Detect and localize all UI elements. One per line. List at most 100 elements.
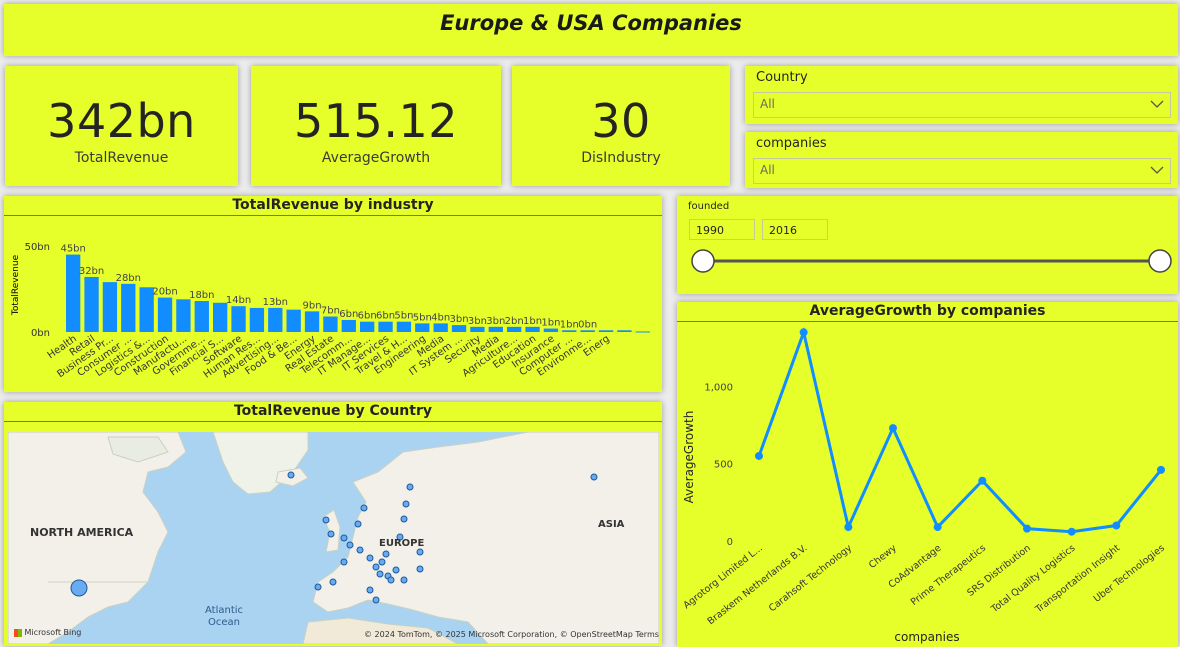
data-point[interactable] <box>1023 524 1031 533</box>
data-point[interactable] <box>1157 465 1165 474</box>
country-dropdown[interactable]: All <box>753 92 1171 118</box>
bar[interactable] <box>525 326 540 332</box>
bar-data-label: 32bn <box>79 266 104 277</box>
map-canvas[interactable]: NORTH AMERICA EUROPE ASIA Atlantic Ocean… <box>8 432 659 644</box>
bar[interactable] <box>378 321 393 332</box>
data-point[interactable] <box>1112 521 1121 530</box>
bar-data-label: 3bn <box>468 316 487 327</box>
bar[interactable] <box>562 330 577 332</box>
bar[interactable] <box>580 330 595 332</box>
map-bubble[interactable] <box>372 596 380 604</box>
map-attribution[interactable]: © 2024 TomTom, © 2025 Microsoft Corporat… <box>364 630 659 639</box>
bar[interactable] <box>415 323 430 332</box>
bar[interactable] <box>617 330 632 332</box>
chart-title: AverageGrowth by companies <box>677 302 1178 322</box>
chevron-down-icon[interactable] <box>1150 97 1164 111</box>
companies-dropdown[interactable]: All <box>753 158 1171 184</box>
bar-data-label: 13bn <box>263 297 288 308</box>
map-bubble[interactable] <box>382 550 390 558</box>
map-bubble-usa[interactable] <box>70 579 88 597</box>
x-tick-label: Prime Therapeutics <box>909 543 988 608</box>
data-point[interactable] <box>844 523 853 532</box>
map-bubble[interactable] <box>406 483 414 491</box>
founded-min-input[interactable]: 1990 <box>689 219 755 240</box>
x-axis-label: companies <box>894 630 959 644</box>
bar[interactable] <box>488 326 503 332</box>
map-brand: Microsoft Bing <box>24 628 82 637</box>
map-bubble[interactable] <box>356 546 364 554</box>
growth-by-company-chart: AverageGrowth by companies AverageGrowth… <box>677 302 1178 647</box>
slider-max-thumb[interactable] <box>1148 249 1172 273</box>
map-bubble[interactable] <box>416 548 424 556</box>
data-point[interactable] <box>933 523 942 532</box>
kpi-value: 515.12 <box>294 94 458 148</box>
bar[interactable] <box>323 316 338 332</box>
data-point[interactable] <box>755 451 763 460</box>
map-bubble[interactable] <box>360 504 368 512</box>
bar[interactable] <box>507 326 522 332</box>
map-bubble[interactable] <box>322 516 330 524</box>
x-tick-label: Transportation Insight <box>1033 543 1123 616</box>
map-bubble[interactable] <box>366 554 374 562</box>
bar[interactable] <box>451 325 467 332</box>
founded-max-input[interactable]: 2016 <box>762 219 828 240</box>
kpi-card-total-revenue[interactable]: 342bn TotalRevenue <box>5 66 238 186</box>
bar[interactable] <box>543 328 559 332</box>
bar[interactable] <box>231 306 246 332</box>
bar[interactable] <box>341 319 356 332</box>
map-bubble[interactable] <box>392 566 400 574</box>
chevron-down-icon[interactable] <box>1150 163 1164 177</box>
data-point[interactable] <box>889 424 897 433</box>
dropdown-value: All <box>760 163 775 177</box>
bar[interactable] <box>268 307 283 332</box>
bar[interactable] <box>84 276 99 332</box>
kpi-card-dis-industry[interactable]: 30 DisIndustry <box>512 66 730 186</box>
bar-data-label: 28bn <box>116 273 141 284</box>
map-bubble[interactable] <box>372 563 380 571</box>
map-bubble[interactable] <box>590 473 598 481</box>
bar[interactable] <box>396 321 412 332</box>
map-bubble[interactable] <box>387 576 395 584</box>
slider-min-thumb[interactable] <box>691 249 715 273</box>
x-tick-label: Agrotorg Limited L... <box>682 543 765 611</box>
bar[interactable] <box>470 326 485 332</box>
bar[interactable] <box>121 283 136 332</box>
bar[interactable] <box>213 302 228 332</box>
bar-data-label: 2bn <box>505 316 524 327</box>
range-slider[interactable] <box>677 242 1178 282</box>
bar[interactable] <box>635 331 650 333</box>
map-bubble[interactable] <box>400 576 408 584</box>
bar[interactable] <box>194 301 209 332</box>
map-bubble[interactable] <box>340 534 348 542</box>
map-bubble[interactable] <box>376 570 384 578</box>
map-bubble[interactable] <box>378 558 386 566</box>
map-bubble[interactable] <box>400 515 408 523</box>
map-bubble[interactable] <box>416 565 424 573</box>
bar[interactable] <box>102 282 118 332</box>
bar[interactable] <box>157 297 173 332</box>
bar-data-label: 7bn <box>321 306 340 317</box>
map-bubble[interactable] <box>366 586 374 594</box>
map-bubble[interactable] <box>354 520 362 528</box>
founded-slicer: founded 1990 2016 <box>677 196 1178 294</box>
bar[interactable] <box>360 321 375 332</box>
map-bubble[interactable] <box>314 583 322 591</box>
bar-data-label: 1bn <box>523 316 542 327</box>
kpi-card-average-growth[interactable]: 515.12 AverageGrowth <box>251 66 501 186</box>
map-bubble[interactable] <box>329 578 337 586</box>
bar[interactable] <box>249 307 265 332</box>
map-bubble[interactable] <box>402 500 410 508</box>
data-point[interactable] <box>1067 527 1076 536</box>
bar[interactable] <box>286 309 301 332</box>
map-bubble[interactable] <box>346 541 354 549</box>
map-bubble[interactable] <box>287 471 295 479</box>
data-point[interactable] <box>799 328 808 337</box>
kpi-label: DisIndustry <box>581 150 661 166</box>
bar[interactable] <box>598 330 614 332</box>
bar[interactable] <box>304 311 320 332</box>
bar[interactable] <box>433 323 448 332</box>
map-bubble[interactable] <box>340 558 348 566</box>
data-point[interactable] <box>978 476 987 485</box>
bar[interactable] <box>176 299 191 332</box>
map-bubble[interactable] <box>327 530 335 538</box>
